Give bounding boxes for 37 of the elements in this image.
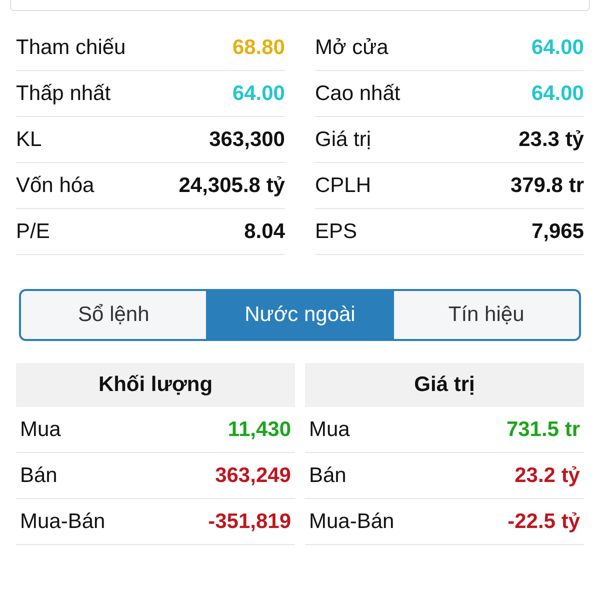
row-value: 11,430: [228, 418, 291, 442]
row-value: -351,819: [208, 510, 291, 534]
row-value: 731.5 tr: [506, 418, 580, 442]
row-value: -22.5 tỷ: [508, 510, 580, 534]
stat-label: Thấp nhất: [16, 82, 111, 106]
row-value: 363,249: [215, 464, 291, 488]
stat-label: Vốn hóa: [16, 174, 94, 198]
stat-label: EPS: [315, 220, 358, 244]
stat-label: Tham chiếu: [16, 36, 126, 60]
stat-label: P/E: [16, 220, 50, 244]
table-header: Giá trị: [305, 363, 584, 407]
tab[interactable]: Tín hiệu: [392, 291, 579, 339]
stat-value: 7,965: [531, 220, 584, 244]
tab[interactable]: Nước ngoài: [206, 291, 393, 339]
row-label: Mua-Bán: [309, 510, 394, 534]
table-header: Khối lượng: [16, 363, 295, 407]
row-label: Bán: [309, 464, 346, 488]
stat-value: 8.04: [244, 220, 285, 244]
stat-value: 379.8 tr: [510, 174, 584, 198]
tab[interactable]: Sổ lệnh: [21, 291, 206, 339]
stat-label: Giá trị: [315, 128, 372, 152]
stat-label: Mở cửa: [315, 36, 388, 60]
stat-value: 24,305.8 tỷ: [178, 174, 285, 198]
stat-value: 64.00: [531, 82, 584, 106]
stat-label: KL: [16, 128, 42, 152]
row-value: 23.2 tỷ: [514, 464, 580, 488]
row-label: Mua: [20, 418, 61, 442]
stat-value: 23.3 tỷ: [518, 128, 584, 152]
row-label: Mua-Bán: [20, 510, 106, 534]
stat-label: Cao nhất: [315, 82, 400, 106]
stat-value: 68.80: [232, 36, 285, 60]
row-label: Bán: [20, 464, 58, 488]
stat-label: CPLH: [315, 174, 372, 198]
row-label: Mua: [309, 418, 350, 442]
stat-value: 363,300: [209, 128, 285, 152]
stat-value: 64.00: [531, 36, 584, 60]
stat-value: 64.00: [232, 82, 285, 106]
